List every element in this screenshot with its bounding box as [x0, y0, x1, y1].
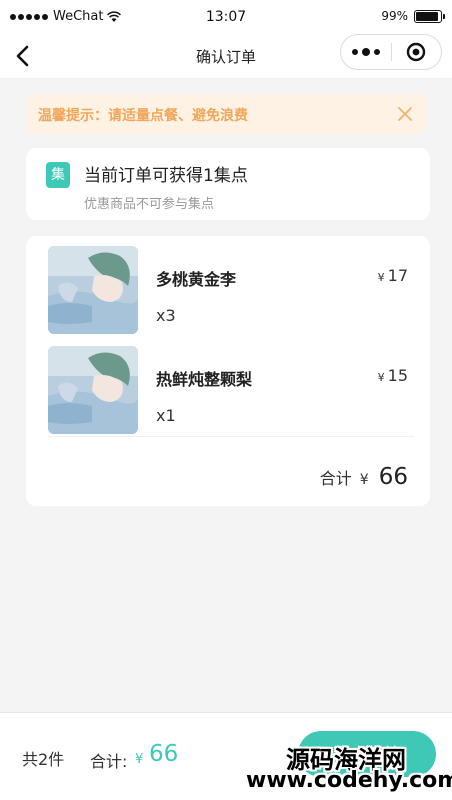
checkout-bar: 共2件 合计: ¥ 66 提交订单 — [0, 712, 452, 800]
price-value: 17 — [387, 266, 408, 285]
tip-banner: 温馨提示：请适量点餐、避免浪费 — [26, 94, 426, 134]
close-mini-program-button[interactable] — [391, 35, 441, 69]
points-card: 集 当前订单可获得1集点 优惠商品不可参与集点 — [26, 148, 430, 220]
points-title: 当前订单可获得1集点 — [84, 166, 248, 186]
item-price: ¥17 — [378, 266, 408, 285]
mini-program-capsule — [340, 34, 442, 70]
sum-value: 66 — [149, 741, 179, 767]
item-name: 多桃黄金李 — [156, 270, 237, 289]
item-count: 共2件 — [22, 750, 65, 769]
battery-icon — [414, 9, 445, 23]
sum-label: 合计: — [90, 752, 128, 771]
close-icon[interactable] — [394, 103, 416, 125]
divider — [48, 436, 414, 437]
order-items-card: 多桃黄金李 x3 ¥17 热鲜炖整颗梨 x1 ¥15 合计 ¥ 66 — [26, 236, 430, 506]
item-quantity: x3 — [156, 306, 176, 325]
target-circle-icon — [407, 42, 426, 62]
more-dots-icon — [351, 49, 358, 55]
item-quantity: x1 — [156, 406, 176, 425]
currency-symbol: ¥ — [377, 271, 385, 284]
total-label: 合计 — [319, 469, 352, 488]
order-item: 热鲜炖整颗梨 x1 ¥15 — [26, 346, 430, 438]
item-name: 热鲜炖整颗梨 — [156, 370, 253, 389]
currency-symbol: ¥ — [377, 371, 385, 384]
points-badge-icon: 集 — [46, 162, 70, 188]
product-thumbnail — [48, 246, 138, 334]
order-item: 多桃黄金李 x3 ¥17 — [26, 246, 430, 338]
points-subtitle: 优惠商品不可参与集点 — [84, 197, 215, 212]
sum-currency: ¥ — [135, 752, 144, 767]
more-button[interactable] — [341, 35, 391, 69]
nav-bar: 确认订单 — [0, 34, 452, 78]
battery-percent: 99% — [381, 9, 408, 23]
submit-order-button[interactable]: 提交订单 — [298, 731, 436, 777]
status-bar: WeChat 13:07 99% — [0, 0, 452, 34]
product-thumbnail — [48, 346, 138, 434]
total-value: 66 — [378, 464, 408, 490]
item-price: ¥15 — [378, 366, 408, 385]
order-total: 合计 ¥ 66 — [320, 464, 408, 490]
status-bar-right: 99% — [381, 9, 445, 23]
tip-text: 温馨提示：请适量点餐、避免浪费 — [38, 108, 248, 124]
price-value: 15 — [387, 366, 408, 385]
total-currency: ¥ — [359, 472, 369, 488]
